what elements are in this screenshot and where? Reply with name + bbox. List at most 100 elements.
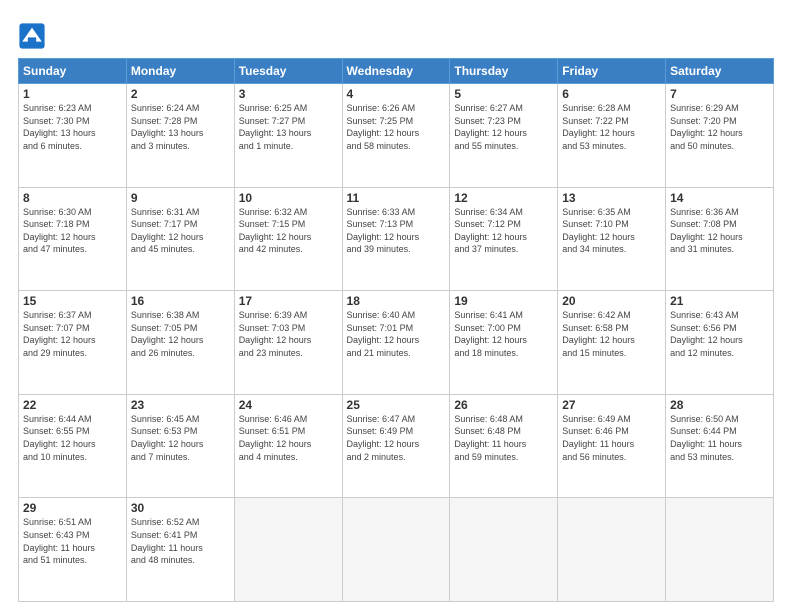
day-number: 30	[131, 501, 230, 515]
day-info: Sunrise: 6:36 AM Sunset: 7:08 PM Dayligh…	[670, 206, 769, 256]
day-info: Sunrise: 6:33 AM Sunset: 7:13 PM Dayligh…	[347, 206, 446, 256]
calendar-cell: 2Sunrise: 6:24 AM Sunset: 7:28 PM Daylig…	[126, 84, 234, 188]
day-info: Sunrise: 6:42 AM Sunset: 6:58 PM Dayligh…	[562, 309, 661, 359]
day-number: 8	[23, 191, 122, 205]
weekday-header-thursday: Thursday	[450, 59, 558, 84]
calendar-cell: 27Sunrise: 6:49 AM Sunset: 6:46 PM Dayli…	[558, 394, 666, 498]
calendar-cell: 4Sunrise: 6:26 AM Sunset: 7:25 PM Daylig…	[342, 84, 450, 188]
page: SundayMondayTuesdayWednesdayThursdayFrid…	[0, 0, 792, 612]
day-info: Sunrise: 6:29 AM Sunset: 7:20 PM Dayligh…	[670, 102, 769, 152]
day-info: Sunrise: 6:50 AM Sunset: 6:44 PM Dayligh…	[670, 413, 769, 463]
day-number: 25	[347, 398, 446, 412]
calendar-cell: 16Sunrise: 6:38 AM Sunset: 7:05 PM Dayli…	[126, 291, 234, 395]
day-number: 19	[454, 294, 553, 308]
day-number: 23	[131, 398, 230, 412]
day-info: Sunrise: 6:48 AM Sunset: 6:48 PM Dayligh…	[454, 413, 553, 463]
day-number: 24	[239, 398, 338, 412]
day-info: Sunrise: 6:26 AM Sunset: 7:25 PM Dayligh…	[347, 102, 446, 152]
day-number: 27	[562, 398, 661, 412]
day-number: 5	[454, 87, 553, 101]
day-number: 14	[670, 191, 769, 205]
calendar-cell: 5Sunrise: 6:27 AM Sunset: 7:23 PM Daylig…	[450, 84, 558, 188]
week-row-5: 29Sunrise: 6:51 AM Sunset: 6:43 PM Dayli…	[19, 498, 774, 602]
weekday-header-saturday: Saturday	[666, 59, 774, 84]
calendar-cell	[558, 498, 666, 602]
day-info: Sunrise: 6:25 AM Sunset: 7:27 PM Dayligh…	[239, 102, 338, 152]
day-number: 21	[670, 294, 769, 308]
day-number: 20	[562, 294, 661, 308]
logo-icon	[18, 22, 46, 50]
calendar-cell: 13Sunrise: 6:35 AM Sunset: 7:10 PM Dayli…	[558, 187, 666, 291]
calendar-cell	[342, 498, 450, 602]
day-info: Sunrise: 6:23 AM Sunset: 7:30 PM Dayligh…	[23, 102, 122, 152]
week-row-2: 8Sunrise: 6:30 AM Sunset: 7:18 PM Daylig…	[19, 187, 774, 291]
calendar-cell: 20Sunrise: 6:42 AM Sunset: 6:58 PM Dayli…	[558, 291, 666, 395]
day-number: 4	[347, 87, 446, 101]
calendar-cell: 9Sunrise: 6:31 AM Sunset: 7:17 PM Daylig…	[126, 187, 234, 291]
day-info: Sunrise: 6:44 AM Sunset: 6:55 PM Dayligh…	[23, 413, 122, 463]
calendar-cell: 25Sunrise: 6:47 AM Sunset: 6:49 PM Dayli…	[342, 394, 450, 498]
day-info: Sunrise: 6:28 AM Sunset: 7:22 PM Dayligh…	[562, 102, 661, 152]
calendar-cell: 11Sunrise: 6:33 AM Sunset: 7:13 PM Dayli…	[342, 187, 450, 291]
day-info: Sunrise: 6:38 AM Sunset: 7:05 PM Dayligh…	[131, 309, 230, 359]
weekday-header-wednesday: Wednesday	[342, 59, 450, 84]
day-info: Sunrise: 6:41 AM Sunset: 7:00 PM Dayligh…	[454, 309, 553, 359]
weekday-header-sunday: Sunday	[19, 59, 127, 84]
calendar-cell: 18Sunrise: 6:40 AM Sunset: 7:01 PM Dayli…	[342, 291, 450, 395]
day-info: Sunrise: 6:30 AM Sunset: 7:18 PM Dayligh…	[23, 206, 122, 256]
calendar-cell: 10Sunrise: 6:32 AM Sunset: 7:15 PM Dayli…	[234, 187, 342, 291]
day-info: Sunrise: 6:47 AM Sunset: 6:49 PM Dayligh…	[347, 413, 446, 463]
day-info: Sunrise: 6:51 AM Sunset: 6:43 PM Dayligh…	[23, 516, 122, 566]
calendar-cell: 23Sunrise: 6:45 AM Sunset: 6:53 PM Dayli…	[126, 394, 234, 498]
day-number: 11	[347, 191, 446, 205]
header	[18, 18, 774, 50]
day-number: 6	[562, 87, 661, 101]
weekday-header-monday: Monday	[126, 59, 234, 84]
day-number: 12	[454, 191, 553, 205]
week-row-4: 22Sunrise: 6:44 AM Sunset: 6:55 PM Dayli…	[19, 394, 774, 498]
calendar-cell	[666, 498, 774, 602]
day-number: 16	[131, 294, 230, 308]
day-info: Sunrise: 6:35 AM Sunset: 7:10 PM Dayligh…	[562, 206, 661, 256]
weekday-header-tuesday: Tuesday	[234, 59, 342, 84]
day-number: 18	[347, 294, 446, 308]
week-row-3: 15Sunrise: 6:37 AM Sunset: 7:07 PM Dayli…	[19, 291, 774, 395]
day-number: 2	[131, 87, 230, 101]
day-number: 9	[131, 191, 230, 205]
calendar-cell	[234, 498, 342, 602]
day-info: Sunrise: 6:34 AM Sunset: 7:12 PM Dayligh…	[454, 206, 553, 256]
calendar-cell: 17Sunrise: 6:39 AM Sunset: 7:03 PM Dayli…	[234, 291, 342, 395]
calendar-cell: 15Sunrise: 6:37 AM Sunset: 7:07 PM Dayli…	[19, 291, 127, 395]
day-number: 10	[239, 191, 338, 205]
day-number: 1	[23, 87, 122, 101]
day-number: 26	[454, 398, 553, 412]
day-info: Sunrise: 6:32 AM Sunset: 7:15 PM Dayligh…	[239, 206, 338, 256]
day-info: Sunrise: 6:40 AM Sunset: 7:01 PM Dayligh…	[347, 309, 446, 359]
day-info: Sunrise: 6:45 AM Sunset: 6:53 PM Dayligh…	[131, 413, 230, 463]
day-number: 29	[23, 501, 122, 515]
calendar-cell: 30Sunrise: 6:52 AM Sunset: 6:41 PM Dayli…	[126, 498, 234, 602]
calendar-cell: 14Sunrise: 6:36 AM Sunset: 7:08 PM Dayli…	[666, 187, 774, 291]
day-info: Sunrise: 6:46 AM Sunset: 6:51 PM Dayligh…	[239, 413, 338, 463]
calendar-cell: 12Sunrise: 6:34 AM Sunset: 7:12 PM Dayli…	[450, 187, 558, 291]
calendar-table: SundayMondayTuesdayWednesdayThursdayFrid…	[18, 58, 774, 602]
calendar-cell: 29Sunrise: 6:51 AM Sunset: 6:43 PM Dayli…	[19, 498, 127, 602]
calendar-cell: 6Sunrise: 6:28 AM Sunset: 7:22 PM Daylig…	[558, 84, 666, 188]
calendar-cell: 21Sunrise: 6:43 AM Sunset: 6:56 PM Dayli…	[666, 291, 774, 395]
calendar-cell: 8Sunrise: 6:30 AM Sunset: 7:18 PM Daylig…	[19, 187, 127, 291]
day-number: 15	[23, 294, 122, 308]
calendar-cell: 24Sunrise: 6:46 AM Sunset: 6:51 PM Dayli…	[234, 394, 342, 498]
calendar-cell: 22Sunrise: 6:44 AM Sunset: 6:55 PM Dayli…	[19, 394, 127, 498]
calendar-cell: 26Sunrise: 6:48 AM Sunset: 6:48 PM Dayli…	[450, 394, 558, 498]
day-info: Sunrise: 6:31 AM Sunset: 7:17 PM Dayligh…	[131, 206, 230, 256]
week-row-1: 1Sunrise: 6:23 AM Sunset: 7:30 PM Daylig…	[19, 84, 774, 188]
weekday-header-row: SundayMondayTuesdayWednesdayThursdayFrid…	[19, 59, 774, 84]
day-info: Sunrise: 6:49 AM Sunset: 6:46 PM Dayligh…	[562, 413, 661, 463]
day-info: Sunrise: 6:52 AM Sunset: 6:41 PM Dayligh…	[131, 516, 230, 566]
logo	[18, 22, 50, 50]
calendar-cell: 1Sunrise: 6:23 AM Sunset: 7:30 PM Daylig…	[19, 84, 127, 188]
calendar-cell: 3Sunrise: 6:25 AM Sunset: 7:27 PM Daylig…	[234, 84, 342, 188]
calendar-cell: 7Sunrise: 6:29 AM Sunset: 7:20 PM Daylig…	[666, 84, 774, 188]
day-number: 22	[23, 398, 122, 412]
day-info: Sunrise: 6:43 AM Sunset: 6:56 PM Dayligh…	[670, 309, 769, 359]
